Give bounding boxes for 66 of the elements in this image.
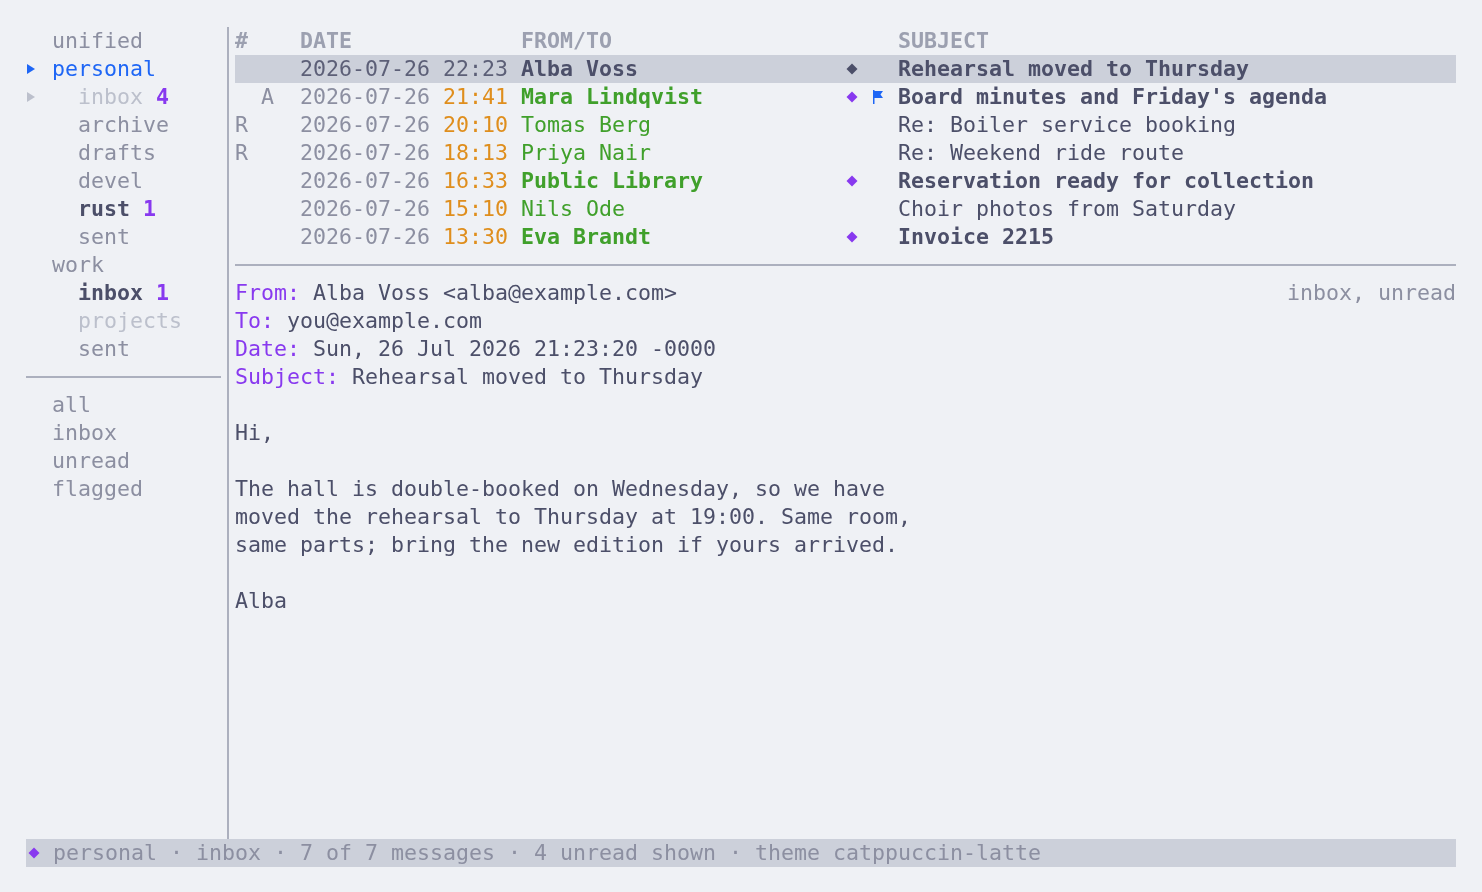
message-subject: Rehearsal moved to Thursday	[898, 56, 1249, 81]
message-date: 2026-07-26 20:10	[300, 111, 510, 139]
message-sender: Priya Nair	[521, 140, 651, 165]
header-label: To:	[235, 307, 274, 335]
header-label: Subject:	[235, 363, 339, 391]
message-row[interactable]: 2026-07-26 22:23 Alba Voss Rehearsal moved to Thursday	[235, 55, 1456, 83]
filter-item[interactable]: inbox	[52, 419, 117, 447]
message-sender: Nils Ode	[521, 196, 625, 221]
message-date: 2026-07-26 21:41	[300, 83, 510, 111]
message-sender: Alba Voss	[521, 56, 638, 81]
message-subject: Invoice 2215	[898, 224, 1054, 249]
filter-item[interactable]: flagged	[52, 475, 143, 503]
unread-count: 1	[156, 279, 170, 307]
header-label: Date:	[235, 335, 300, 363]
message-date: 2026-07-26 18:13	[300, 139, 510, 167]
message-date: 2026-07-26 22:23	[300, 55, 510, 83]
folder-item[interactable]: archive	[78, 111, 169, 139]
body-paragraph: The hall is double-booked on Wednesday, so we have moved the rehearsal to Thursday at 19:00. Same room, same parts; bring the new edition if yours arrived.	[235, 475, 913, 559]
header-label: From:	[235, 279, 300, 307]
message-row[interactable]: 2026-07-26 15:10 Nils Ode Choir photos from Saturday	[235, 195, 1456, 223]
folder-item[interactable]: inbox	[78, 279, 143, 307]
account-item[interactable]: unified	[52, 27, 143, 55]
filter-item[interactable]: all	[52, 391, 91, 419]
column-header: #	[235, 27, 249, 55]
body-paragraph: Alba	[235, 587, 288, 615]
message-sender: Public Library	[521, 168, 703, 193]
message-sender: Tomas Berg	[521, 112, 651, 137]
message-row[interactable]: R 2026-07-26 18:13 Priya Nair Re: Weekend ride route	[235, 139, 1456, 167]
folder-item[interactable]: rust	[78, 195, 130, 223]
header-value: Sun, 26 Jul 2026 21:23:20 -0000	[313, 335, 717, 363]
message-subject: Board minutes and Friday's agenda	[898, 84, 1328, 109]
header-value: you@example.com	[287, 307, 483, 335]
account-item[interactable]: work	[52, 251, 104, 279]
diamond-icon	[28, 847, 40, 859]
message-sender: Mara Lindqvist	[521, 84, 703, 109]
message-row[interactable]: A 2026-07-26 21:41 Mara Lindqvist Board minutes and Friday's agenda	[235, 83, 1456, 111]
column-header: DATE	[300, 27, 353, 55]
message-row[interactable]: 2026-07-26 16:33 Public Library Reservation ready for collection	[235, 167, 1456, 195]
folder-item[interactable]: sent	[78, 223, 130, 251]
folder-item[interactable]: drafts	[78, 139, 156, 167]
column-header: SUBJECT	[898, 27, 990, 55]
header-value: Rehearsal moved to Thursday	[352, 363, 704, 391]
unread-count: 1	[143, 195, 157, 223]
message-sender: Eva Brandt	[521, 224, 651, 249]
unread-count: 4	[156, 83, 170, 111]
message-date: 2026-07-26 15:10	[300, 195, 510, 223]
message-date: 2026-07-26 13:30	[300, 223, 510, 251]
replied-mark: R	[235, 140, 248, 165]
header-value: Alba Voss <alba@example.com>	[313, 279, 678, 307]
message-row[interactable]: 2026-07-26 13:30 Eva Brandt Invoice 2215	[235, 223, 1456, 251]
status-mark: A	[261, 84, 274, 109]
message-date: 2026-07-26 16:33	[300, 167, 510, 195]
message-subject: Choir photos from Saturday	[898, 196, 1236, 221]
message-tags: inbox, unread	[1287, 279, 1456, 307]
message-subject: Re: Boiler service booking	[898, 112, 1236, 137]
folder-item[interactable]: devel	[78, 167, 143, 195]
folder-item[interactable]: sent	[78, 335, 130, 363]
replied-mark: R	[235, 112, 248, 137]
message-subject: Reservation ready for collection	[898, 168, 1315, 193]
message-subject: Re: Weekend ride route	[898, 140, 1184, 165]
status-text: personal · inbox · 7 of 7 messages · 4 unread shown · theme catppuccin-latte	[53, 839, 1042, 867]
body-paragraph: Hi,	[235, 419, 275, 447]
message-row[interactable]: R 2026-07-26 20:10 Tomas Berg Re: Boiler service booking	[235, 111, 1456, 139]
account-item[interactable]: personal	[52, 55, 156, 83]
filter-item[interactable]: unread	[52, 447, 130, 475]
column-header: FROM/TO	[521, 27, 613, 55]
